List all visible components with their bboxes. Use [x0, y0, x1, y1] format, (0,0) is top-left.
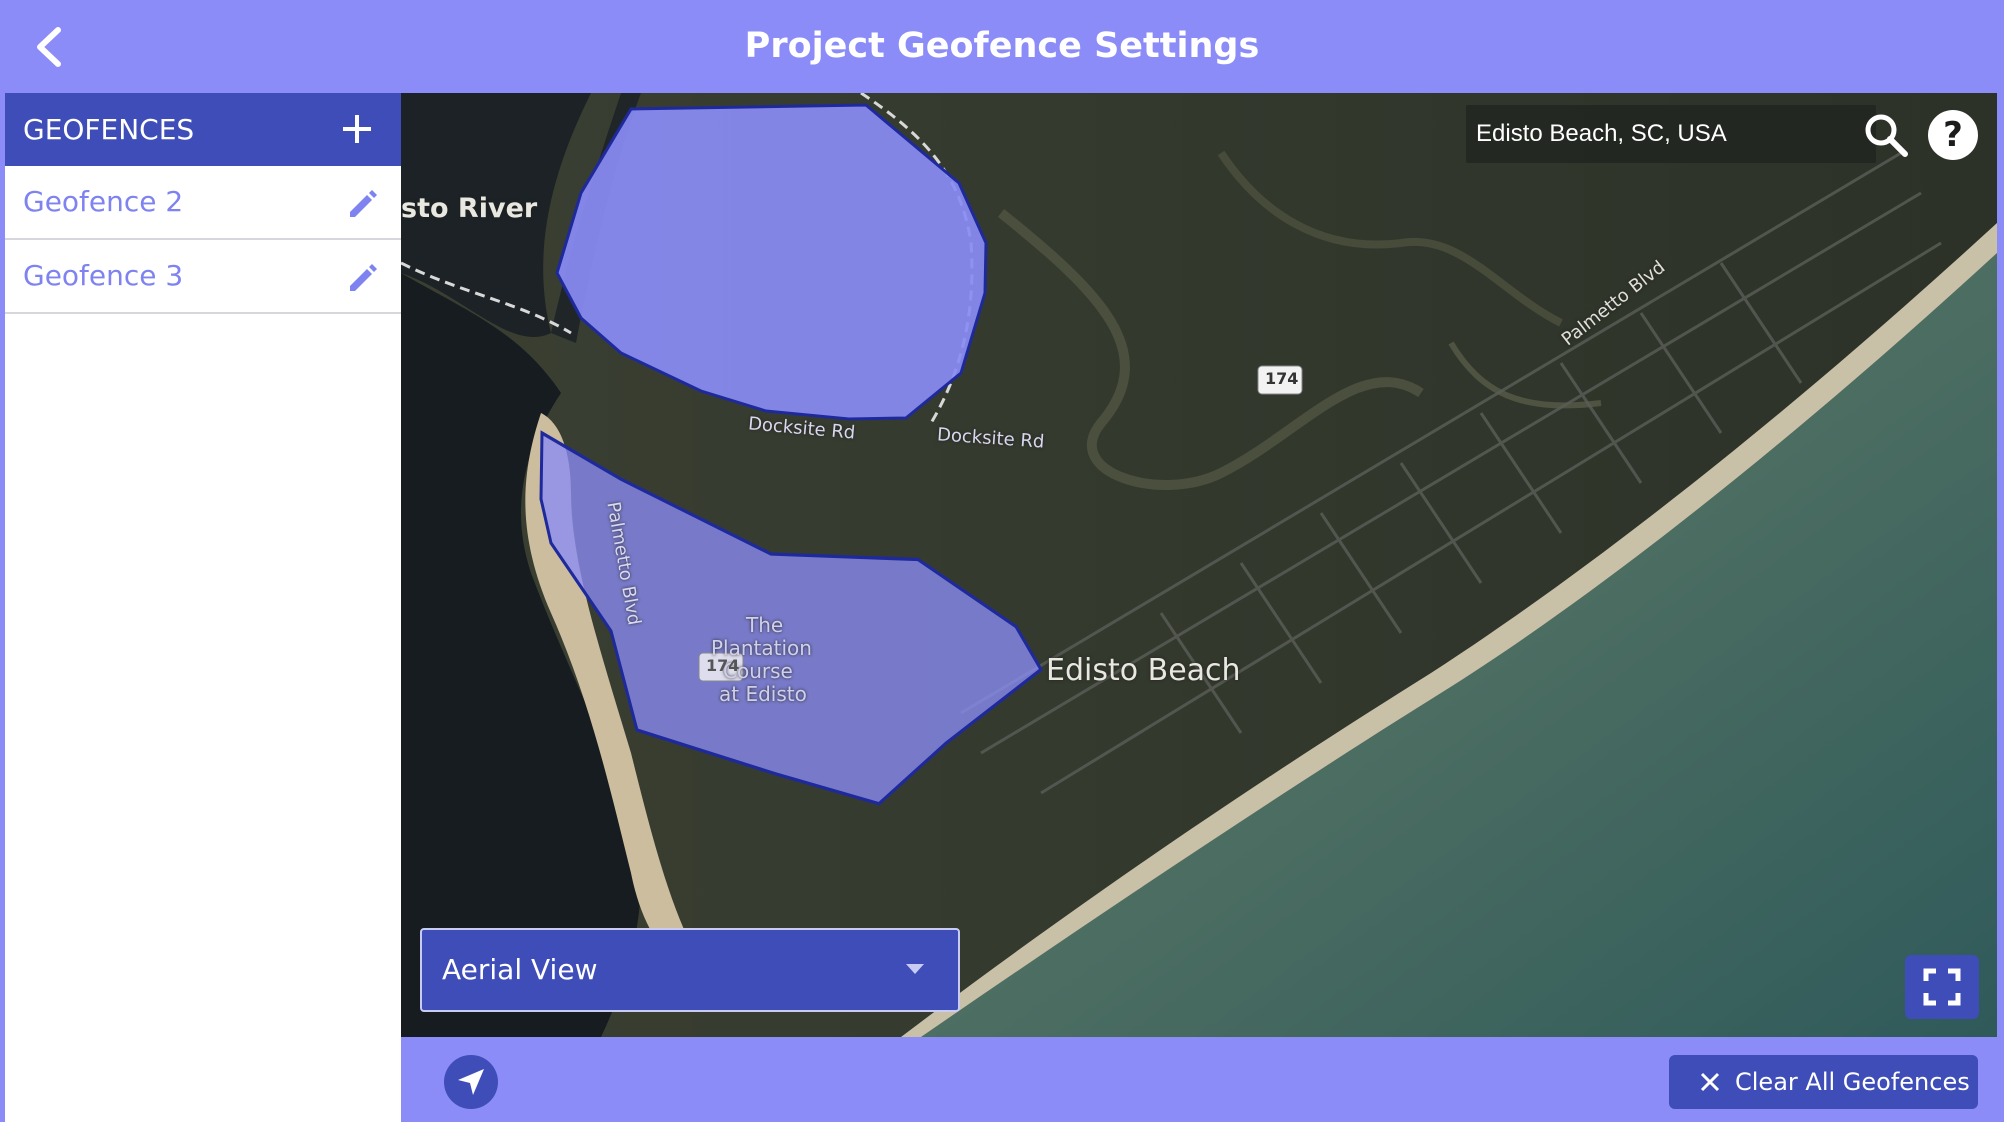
- fullscreen-button[interactable]: [1905, 955, 1979, 1019]
- close-icon: [1700, 1072, 1720, 1092]
- edit-geofence-button[interactable]: [345, 186, 381, 222]
- locate-me-button[interactable]: [444, 1055, 498, 1109]
- sidebar-header: GEOFENCES: [5, 93, 401, 166]
- search-box: [1466, 105, 1876, 163]
- clear-all-geofences-button[interactable]: Clear All Geofences: [1669, 1055, 1978, 1109]
- sidebar-title: GEOFENCES: [23, 113, 195, 146]
- pencil-icon: [350, 190, 377, 217]
- geofence-item-label: Geofence 2: [23, 185, 184, 218]
- fullscreen-icon: [1923, 968, 1961, 1006]
- map-view-select-value: Aerial View: [442, 953, 598, 986]
- search-icon: [1865, 114, 1908, 157]
- route-shield-label: 174: [1265, 369, 1299, 388]
- chevron-left-icon: [37, 27, 61, 67]
- edit-geofence-button[interactable]: [345, 260, 381, 296]
- add-geofence-button[interactable]: [339, 111, 375, 147]
- geofence-sidebar: GEOFENCES Geofence 2 Geofence 3: [5, 93, 401, 1122]
- map-view[interactable]: sto River Edisto Beach Docksite Rd Docks…: [401, 93, 1997, 1037]
- app-window: Project Geofence Settings GEOFENCES Geof…: [0, 0, 2004, 1122]
- map-label-course: The: [746, 613, 784, 637]
- map-view-select[interactable]: Aerial View: [420, 928, 960, 1012]
- map-label-course: at Edisto: [719, 682, 807, 706]
- geofence-list-item[interactable]: Geofence 3: [5, 240, 401, 314]
- route-shield-label: 174: [706, 656, 740, 675]
- geofence-list-item[interactable]: Geofence 2: [5, 166, 401, 240]
- caret-down-icon: [906, 964, 924, 974]
- back-button[interactable]: [26, 22, 76, 72]
- page-title: Project Geofence Settings: [744, 26, 1260, 66]
- clear-all-geofences-label: Clear All Geofences: [1735, 1068, 1970, 1096]
- pencil-icon: [350, 264, 377, 291]
- geofence-item-label: Geofence 3: [23, 259, 184, 292]
- map-label-beach: Edisto Beach: [1046, 653, 1241, 688]
- search-button[interactable]: [1861, 110, 1911, 160]
- navigation-arrow-icon: [458, 1069, 484, 1095]
- plus-icon: [343, 115, 371, 143]
- header-bar: Project Geofence Settings: [0, 0, 2004, 93]
- location-search-input[interactable]: [1476, 105, 1856, 163]
- aerial-map: [401, 93, 1997, 1037]
- help-icon[interactable]: ?: [1928, 110, 1978, 160]
- map-label-river: sto River: [401, 193, 538, 224]
